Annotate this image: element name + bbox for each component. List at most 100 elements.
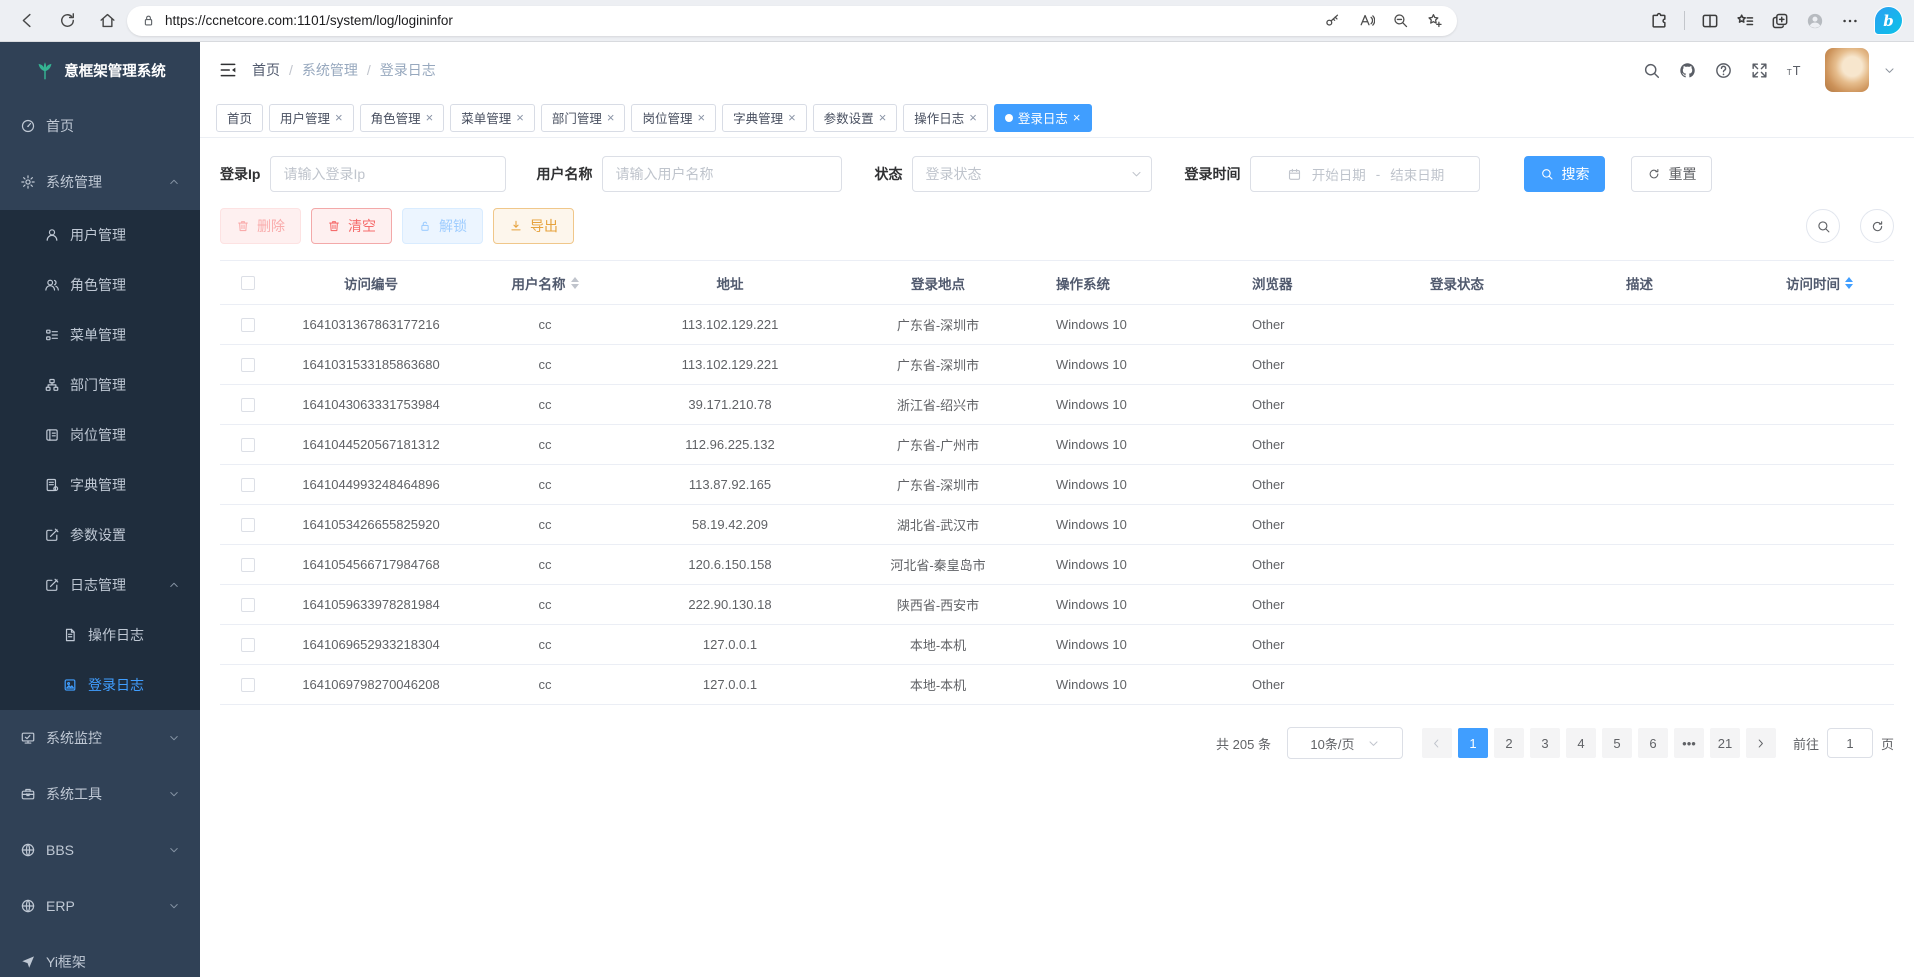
export-button[interactable]: 导出: [493, 208, 574, 244]
search-button[interactable]: 搜索: [1524, 156, 1605, 192]
row-checkbox[interactable]: [241, 638, 255, 652]
breadcrumb-item[interactable]: 首页: [252, 60, 280, 80]
sidebar-item-login-log[interactable]: 登录日志: [0, 660, 200, 710]
delete-button[interactable]: 删除: [220, 208, 301, 244]
zoom-out-icon[interactable]: [1392, 12, 1409, 29]
sidebar-item-dict-management[interactable]: 字典管理: [0, 460, 200, 510]
unlock-button[interactable]: 解锁: [402, 208, 483, 244]
goto-page-input[interactable]: [1827, 728, 1873, 758]
more-pages-button[interactable]: •••: [1674, 728, 1704, 758]
close-icon[interactable]: ×: [516, 111, 524, 124]
sidebar-item-menu-management[interactable]: 菜单管理: [0, 310, 200, 360]
tab-login-log[interactable]: 登录日志×: [994, 104, 1092, 132]
clear-button[interactable]: 清空: [311, 208, 392, 244]
close-icon[interactable]: ×: [969, 111, 977, 124]
close-icon[interactable]: ×: [697, 111, 705, 124]
close-icon[interactable]: ×: [1073, 111, 1081, 124]
refresh-icon[interactable]: [58, 11, 77, 30]
back-icon[interactable]: [18, 11, 37, 30]
search-icon[interactable]: [1642, 61, 1661, 80]
close-icon[interactable]: ×: [879, 111, 887, 124]
profile-icon[interactable]: [1805, 11, 1825, 31]
tab-operation-log[interactable]: 操作日志×: [903, 104, 988, 132]
fullscreen-icon[interactable]: [1750, 61, 1769, 80]
font-size-icon[interactable]: TT: [1786, 61, 1805, 80]
sort-carets-icon[interactable]: [1845, 277, 1853, 289]
sidebar-item-dept-management[interactable]: 部门管理: [0, 360, 200, 410]
page-button-1[interactable]: 1: [1458, 728, 1488, 758]
page-button-4[interactable]: 4: [1566, 728, 1596, 758]
show-search-button[interactable]: [1806, 209, 1840, 243]
reset-button[interactable]: 重置: [1631, 156, 1712, 192]
column-header-cell[interactable]: 用户名称: [482, 273, 608, 293]
collections-icon[interactable]: [1735, 11, 1755, 31]
page-button-3[interactable]: 3: [1530, 728, 1560, 758]
address-bar[interactable]: https://ccnetcore.com:1101/system/log/lo…: [127, 6, 1457, 36]
key-icon[interactable]: [1324, 12, 1341, 29]
sidebar-item-erp[interactable]: ERP: [0, 878, 200, 934]
row-checkbox[interactable]: [241, 478, 255, 492]
page-button-6[interactable]: 6: [1638, 728, 1668, 758]
sort-carets-icon[interactable]: [571, 277, 579, 289]
close-icon[interactable]: ×: [607, 111, 615, 124]
prev-page-button[interactable]: [1422, 728, 1452, 758]
tab-home[interactable]: 首页: [216, 104, 263, 132]
next-page-button[interactable]: [1746, 728, 1776, 758]
status-label: 状态: [874, 164, 902, 184]
home-icon[interactable]: [98, 11, 117, 30]
user-avatar[interactable]: [1825, 48, 1869, 92]
help-icon[interactable]: [1714, 61, 1733, 80]
date-range-input[interactable]: 开始日期 - 结束日期: [1250, 156, 1480, 192]
read-aloud-icon[interactable]: [1358, 12, 1375, 29]
page-size-select[interactable]: 10条/页: [1287, 727, 1403, 759]
favorite-add-icon[interactable]: [1426, 12, 1443, 29]
tab-post-management[interactable]: 岗位管理×: [631, 104, 716, 132]
column-header-cell[interactable]: 访问时间: [1786, 273, 1878, 293]
github-icon[interactable]: [1678, 61, 1697, 80]
username-input[interactable]: [602, 156, 842, 192]
close-icon[interactable]: ×: [788, 111, 796, 124]
tab-actions-icon[interactable]: [1770, 11, 1790, 31]
page-button-5[interactable]: 5: [1602, 728, 1632, 758]
more-icon[interactable]: [1840, 11, 1860, 31]
avatar-caret-icon[interactable]: [1883, 64, 1896, 77]
sidebar-item-bbs[interactable]: BBS: [0, 822, 200, 878]
sidebar-item-home[interactable]: 首页: [0, 98, 200, 154]
tab-dict-management[interactable]: 字典管理×: [722, 104, 807, 132]
tab-role-management[interactable]: 角色管理×: [360, 104, 445, 132]
sidebar-item-operation-log[interactable]: 操作日志: [0, 610, 200, 660]
row-checkbox[interactable]: [241, 558, 255, 572]
close-icon[interactable]: ×: [426, 111, 434, 124]
status-select[interactable]: [912, 156, 1152, 192]
row-checkbox[interactable]: [241, 398, 255, 412]
split-screen-icon[interactable]: [1700, 11, 1720, 31]
refresh-table-button[interactable]: [1860, 209, 1894, 243]
menu-fold-icon[interactable]: [218, 60, 238, 80]
row-checkbox[interactable]: [241, 598, 255, 612]
select-all-checkbox[interactable]: [241, 276, 255, 290]
sidebar-item-system-monitor[interactable]: 系统监控: [0, 710, 200, 766]
tab-menu-management[interactable]: 菜单管理×: [450, 104, 535, 132]
sidebar-item-system-tools[interactable]: 系统工具: [0, 766, 200, 822]
ip-input[interactable]: [270, 156, 506, 192]
sidebar-item-system-management[interactable]: 系统管理: [0, 154, 200, 210]
row-checkbox[interactable]: [241, 318, 255, 332]
sidebar-item-role-management[interactable]: 角色管理: [0, 260, 200, 310]
row-checkbox[interactable]: [241, 358, 255, 372]
sidebar-item-param-settings[interactable]: 参数设置: [0, 510, 200, 560]
page-button-2[interactable]: 2: [1494, 728, 1524, 758]
row-checkbox[interactable]: [241, 518, 255, 532]
row-checkbox[interactable]: [241, 678, 255, 692]
sidebar-item-log-management[interactable]: 日志管理: [0, 560, 200, 610]
tab-param-settings[interactable]: 参数设置×: [813, 104, 898, 132]
close-icon[interactable]: ×: [335, 111, 343, 124]
sidebar-item-post-management[interactable]: 岗位管理: [0, 410, 200, 460]
sidebar-item-yi-framework[interactable]: Yi框架: [0, 934, 200, 977]
browser-essentials-icon[interactable]: [1649, 11, 1669, 31]
row-checkbox[interactable]: [241, 438, 255, 452]
copilot-icon[interactable]: b: [1875, 7, 1902, 34]
tab-user-management[interactable]: 用户管理×: [269, 104, 354, 132]
page-button-21[interactable]: 21: [1710, 728, 1740, 758]
sidebar-item-user-management[interactable]: 用户管理: [0, 210, 200, 260]
tab-dept-management[interactable]: 部门管理×: [541, 104, 626, 132]
